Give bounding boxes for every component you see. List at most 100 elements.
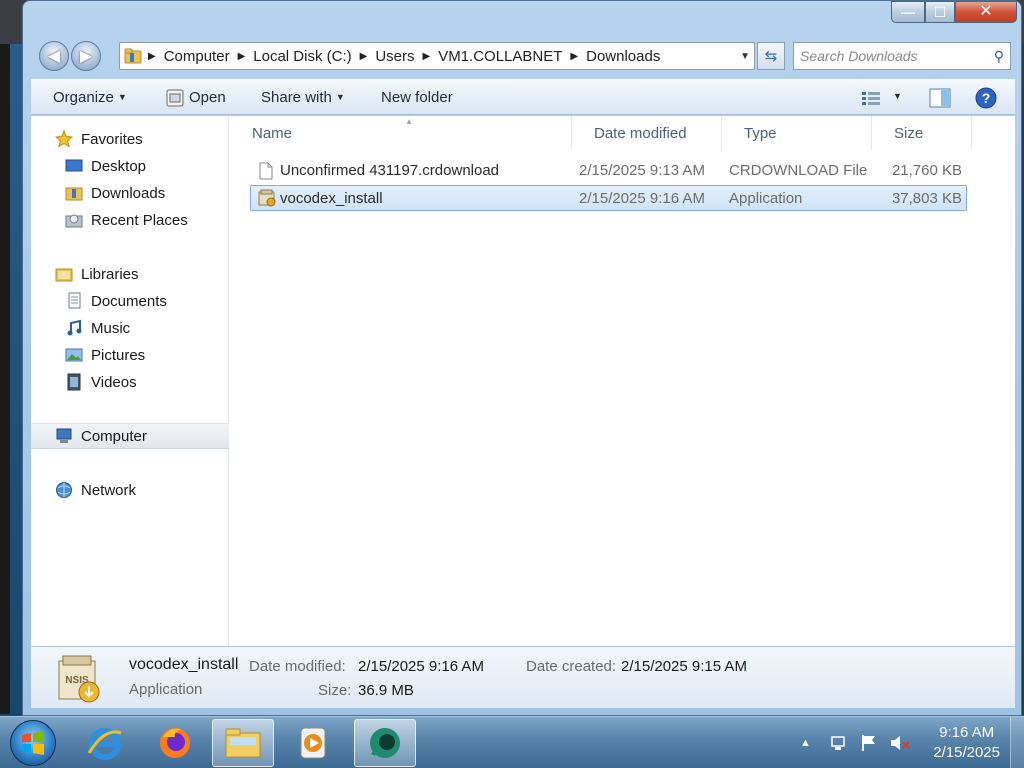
network-status-icon[interactable]	[829, 733, 849, 753]
view-options-icon[interactable]	[861, 90, 881, 106]
column-header-size[interactable]: Size	[872, 116, 972, 150]
file-row-selected[interactable]: vocodex_install 2/15/2025 9:16 AM Applic…	[250, 185, 967, 211]
minimize-icon: —	[901, 4, 915, 20]
maximize-icon: ☐	[933, 4, 947, 20]
computer-icon	[56, 428, 72, 443]
installer-large-icon: NSIS	[58, 655, 100, 703]
file-date: 2/15/2025 9:16 AM	[579, 190, 705, 207]
search-icon[interactable]: ⚲	[994, 48, 1004, 65]
firefox-icon	[160, 728, 190, 758]
caption-buttons: — ☐ ✕	[891, 1, 1017, 23]
content-area: Favorites Desktop Downloads Recent Place…	[31, 116, 1015, 646]
network-icon	[56, 482, 72, 498]
taskbar-chat-app[interactable]	[354, 719, 416, 767]
breadcrumb-user-folder[interactable]: VM1.COLLABNET	[432, 48, 568, 65]
forward-arrow-icon: ▶	[79, 48, 93, 65]
show-desktop-button[interactable]	[1010, 717, 1024, 768]
address-dropdown-icon[interactable]: ▼	[740, 51, 750, 62]
organize-label: Organize	[53, 89, 114, 106]
preview-pane-icon[interactable]	[929, 88, 951, 108]
maximize-button[interactable]: ☐	[925, 1, 955, 23]
column-header-name-label: Name	[252, 124, 293, 142]
desktop-icon	[65, 159, 83, 172]
action-center-flag-icon[interactable]	[859, 733, 879, 753]
taskbar: ▲ 9:16 AM 2/15/2025	[0, 716, 1024, 768]
nav-network[interactable]: Network	[31, 477, 229, 503]
breadcrumb-users[interactable]: Users	[369, 48, 420, 65]
internet-explorer-icon	[87, 728, 122, 760]
nav-videos-label: Videos	[91, 373, 137, 391]
file-type: CRDOWNLOAD File	[729, 162, 868, 179]
nav-favorites[interactable]: Favorites	[31, 126, 229, 152]
back-arrow-icon: ◀	[47, 48, 61, 65]
documents-icon	[68, 292, 81, 309]
nav-videos[interactable]: Videos	[31, 369, 229, 395]
breadcrumb-separator-icon[interactable]: ▶	[568, 51, 580, 62]
breadcrumb-separator-icon[interactable]: ▶	[236, 51, 248, 62]
minimize-button[interactable]: —	[891, 1, 925, 23]
svg-text:?: ?	[982, 90, 991, 106]
column-header-type[interactable]: Type	[722, 116, 872, 150]
share-with-menu[interactable]: Share with ▼	[261, 89, 345, 106]
system-tray: ▲	[800, 717, 911, 768]
address-bar[interactable]: ▶ Computer ▶ Local Disk (C:) ▶ Users ▶ V…	[119, 42, 755, 70]
help-icon[interactable]: ?	[975, 87, 997, 109]
breadcrumb-separator-icon[interactable]: ▶	[358, 51, 370, 62]
file-name: Unconfirmed 431197.crdownload	[280, 162, 500, 179]
back-button[interactable]: ◀	[39, 41, 69, 71]
taskbar-firefox[interactable]	[144, 719, 206, 767]
nav-downloads-label: Downloads	[91, 184, 166, 202]
share-with-label: Share with	[261, 89, 332, 106]
windows-explorer-icon	[225, 728, 261, 758]
breadcrumb-computer[interactable]: Computer	[158, 48, 236, 65]
star-icon	[55, 130, 73, 148]
breadcrumb-separator-icon[interactable]: ▶	[421, 51, 433, 62]
music-icon	[67, 319, 82, 336]
details-file-name: vocodex_install	[129, 656, 239, 673]
pictures-icon	[65, 348, 83, 362]
start-button[interactable]	[10, 720, 56, 766]
file-list: Name ▲ Date modified Type Size Unconfirm…	[230, 116, 1015, 646]
close-button[interactable]: ✕	[955, 1, 1017, 23]
nav-desktop[interactable]: Desktop	[31, 153, 229, 179]
column-header-name[interactable]: Name	[230, 116, 572, 150]
command-bar: Organize ▼ Open Share with ▼ New folder ▼ …	[31, 79, 1015, 115]
file-date: 2/15/2025 9:13 AM	[579, 162, 705, 179]
nav-documents[interactable]: Documents	[31, 288, 229, 314]
volume-muted-icon[interactable]	[889, 733, 911, 753]
breadcrumb-separator-icon[interactable]: ▶	[146, 51, 158, 62]
nav-pictures[interactable]: Pictures	[31, 342, 229, 368]
nav-music[interactable]: Music	[31, 315, 229, 341]
chevron-down-icon: ▼	[117, 92, 127, 102]
taskbar-clock[interactable]: 9:16 AM 2/15/2025	[933, 723, 1000, 763]
view-dropdown-icon[interactable]: ▼	[893, 91, 902, 101]
nav-recent-places[interactable]: Recent Places	[31, 207, 229, 233]
refresh-button[interactable]: ⇆	[757, 42, 785, 70]
details-size-label: Size:	[318, 682, 352, 699]
breadcrumb-downloads[interactable]: Downloads	[580, 48, 666, 65]
column-header-type-label: Type	[744, 124, 777, 142]
file-name: vocodex_install	[280, 190, 383, 207]
taskbar-internet-explorer[interactable]	[74, 719, 136, 767]
nav-network-label: Network	[81, 481, 137, 499]
recent-places-icon	[65, 214, 83, 228]
column-header-date-modified[interactable]: Date modified	[572, 116, 722, 150]
nav-libraries[interactable]: Libraries	[31, 261, 229, 287]
nav-computer[interactable]: Computer	[31, 423, 229, 449]
details-date-created-label: Date created:	[526, 658, 617, 675]
file-row[interactable]: Unconfirmed 431197.crdownload 2/15/2025 …	[250, 158, 967, 184]
organize-menu[interactable]: Organize ▼	[53, 89, 127, 106]
taskbar-windows-explorer[interactable]	[212, 719, 274, 767]
search-input[interactable]	[800, 48, 986, 64]
details-pane: NSIS vocodex_install Application Date mo…	[31, 646, 1015, 708]
details-date-modified: 2/15/2025 9:16 AM	[358, 658, 484, 675]
file-type: Application	[729, 190, 803, 207]
forward-button[interactable]: ▶	[71, 41, 101, 71]
breadcrumb-local-disk[interactable]: Local Disk (C:)	[247, 48, 357, 65]
open-button[interactable]: Open	[189, 89, 226, 106]
taskbar-media-player[interactable]	[282, 719, 344, 767]
new-folder-button[interactable]: New folder	[381, 89, 453, 106]
column-header-date-label: Date modified	[594, 124, 687, 142]
nav-downloads[interactable]: Downloads	[31, 180, 229, 206]
show-hidden-icons-icon[interactable]: ▲	[800, 737, 811, 749]
